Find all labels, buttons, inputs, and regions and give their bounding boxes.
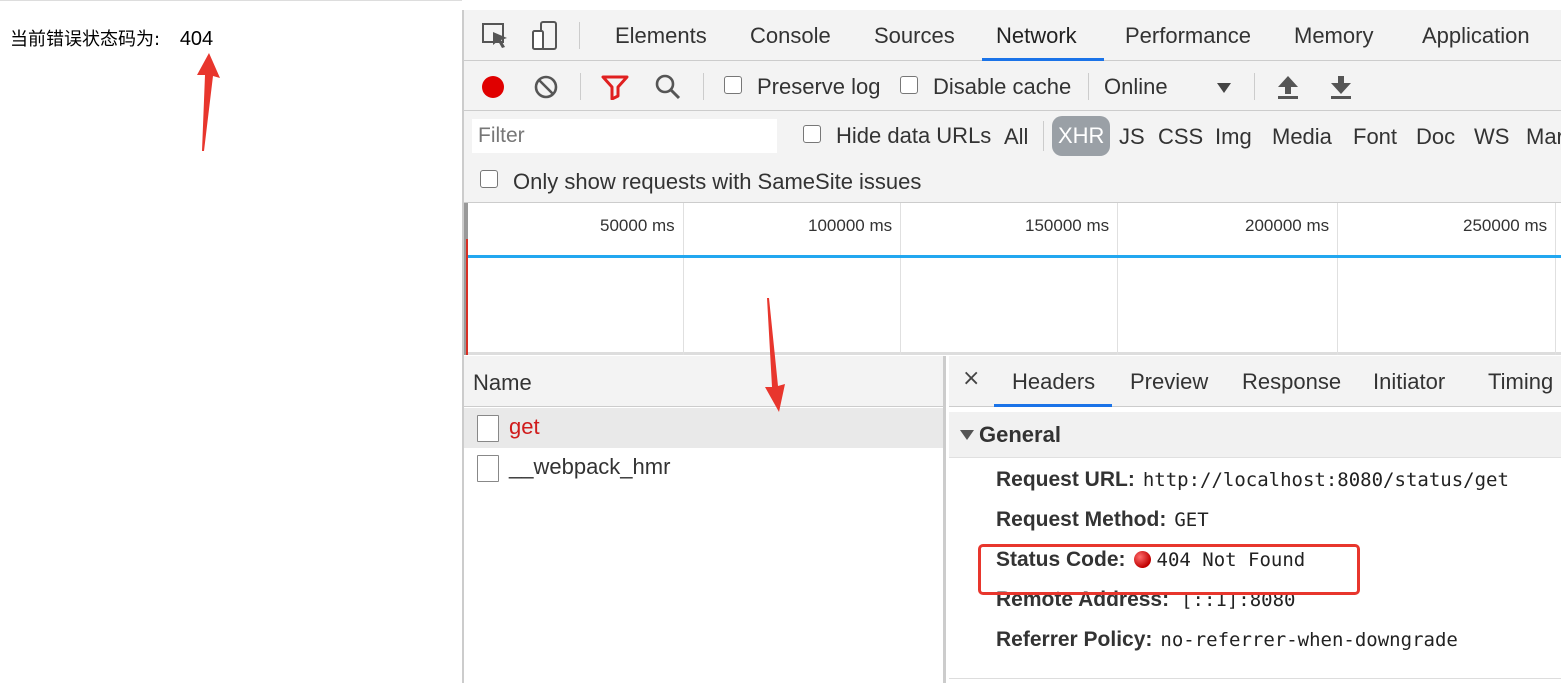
status-code-value: 404 xyxy=(179,28,214,50)
timeline-tick-label: 250000 ms xyxy=(1463,216,1548,235)
filter-icon[interactable] xyxy=(601,74,629,104)
tab-response[interactable]: Response xyxy=(1242,369,1341,395)
clear-icon[interactable] xyxy=(533,74,559,104)
request-method-value: GET xyxy=(1174,509,1209,531)
tab-performance[interactable]: Performance xyxy=(1125,23,1251,49)
close-icon[interactable]: × xyxy=(962,366,980,391)
toolbar-separator xyxy=(579,22,580,49)
tab-timing[interactable]: Timing xyxy=(1488,369,1553,395)
request-method-key: Request Method: xyxy=(996,508,1167,531)
page-content: 当前错误状态码为: 404 xyxy=(0,0,462,683)
annotation-arrow-up xyxy=(197,53,220,151)
type-filter-manifest[interactable]: Mar xyxy=(1526,124,1561,150)
timeline-tick-line xyxy=(683,203,684,355)
type-filter-xhr[interactable]: XHR xyxy=(1052,116,1111,156)
disable-cache-label: Disable cache xyxy=(933,74,1072,99)
general-section-title: General xyxy=(979,422,1061,447)
request-row-webpack-hmr[interactable]: __webpack_hmr xyxy=(464,448,943,488)
requests-table: Name get __webpack_hmr xyxy=(464,298,946,683)
hide-data-urls-checkbox[interactable] xyxy=(803,125,821,143)
toolbar-separator xyxy=(580,73,581,100)
request-url-value: http://localhost:8080/status/get xyxy=(1142,469,1509,491)
devtools-panel: Elements Console Sources Network Perform… xyxy=(462,10,1561,683)
disable-cache-checkbox[interactable] xyxy=(900,76,918,94)
type-filter-js[interactable]: JS xyxy=(1119,124,1145,150)
toolbar-separator xyxy=(1254,73,1255,100)
triangle-down-icon xyxy=(960,430,974,440)
type-filter-all[interactable]: All xyxy=(1004,124,1028,150)
request-row-get[interactable]: get xyxy=(464,408,943,448)
device-toolbar-icon[interactable] xyxy=(530,20,560,56)
export-har-icon[interactable] xyxy=(1329,74,1353,104)
request-name: get xyxy=(509,414,540,439)
status-label: 当前错误状态码为: xyxy=(10,29,161,50)
network-toolbar: Preserve log Disable cache Online xyxy=(464,61,1561,111)
timeline-tick-label: 50000 ms xyxy=(600,216,675,235)
type-filter-media[interactable]: Media xyxy=(1272,124,1332,150)
timeline-tick-label: 150000 ms xyxy=(1025,216,1110,235)
document-icon xyxy=(477,455,499,482)
hide-data-urls-label: Hide data URLs xyxy=(836,123,992,148)
request-url-row: Request URL: http://localhost:8080/status… xyxy=(996,468,1509,492)
preserve-log-checkbox[interactable] xyxy=(724,76,742,94)
request-url-key: Request URL: xyxy=(996,468,1135,491)
tab-console[interactable]: Console xyxy=(750,23,831,49)
filter-bar: Hide data URLs All XHR JS CSS Img Media … xyxy=(464,111,1561,203)
type-filter-img[interactable]: Img xyxy=(1215,124,1252,150)
status-line: 当前错误状态码为: 404 xyxy=(10,25,213,51)
referrer-policy-row: Referrer Policy: no-referrer-when-downgra… xyxy=(996,628,1458,652)
search-icon[interactable] xyxy=(654,73,682,105)
network-timeline[interactable]: 50000 ms 100000 ms 150000 ms 200000 ms 2… xyxy=(464,203,1561,355)
timeline-request-bar xyxy=(468,255,1561,258)
type-filter-font[interactable]: Font xyxy=(1353,124,1397,150)
type-filter-css[interactable]: CSS xyxy=(1158,124,1203,150)
timeline-tick-line xyxy=(900,203,901,355)
type-filter-doc[interactable]: Doc xyxy=(1416,124,1455,150)
toolbar-separator xyxy=(703,73,704,100)
timeline-tick-label: 100000 ms xyxy=(808,216,893,235)
details-tabbar: × Headers Preview Response Initiator Tim… xyxy=(949,356,1561,407)
timeline-tick-line xyxy=(1337,203,1338,355)
chevron-down-icon[interactable] xyxy=(1216,79,1232,98)
document-icon xyxy=(477,415,499,442)
timeline-tick-label: 200000 ms xyxy=(1245,216,1330,235)
tab-application[interactable]: Application xyxy=(1422,23,1530,49)
tab-network[interactable]: Network xyxy=(996,23,1077,49)
import-har-icon[interactable] xyxy=(1276,74,1300,104)
status-code-highlight-box xyxy=(978,544,1360,595)
filter-input[interactable] xyxy=(472,119,777,153)
inspect-element-icon[interactable] xyxy=(480,20,510,54)
tab-initiator[interactable]: Initiator xyxy=(1373,369,1445,395)
tab-headers[interactable]: Headers xyxy=(1012,369,1095,395)
toolbar-separator xyxy=(1043,121,1044,151)
tab-sources[interactable]: Sources xyxy=(874,23,955,49)
active-tab-indicator xyxy=(994,404,1112,407)
samesite-checkbox[interactable] xyxy=(480,170,498,188)
preserve-log-label: Preserve log xyxy=(757,74,881,99)
request-method-row: Request Method: GET xyxy=(996,508,1209,532)
name-column-header[interactable]: Name xyxy=(464,356,943,407)
referrer-policy-value: no-referrer-when-downgrade xyxy=(1160,629,1458,651)
general-section-header[interactable]: General xyxy=(949,412,1561,458)
referrer-policy-key: Referrer Policy: xyxy=(996,628,1153,651)
tab-elements[interactable]: Elements xyxy=(615,23,707,49)
divider xyxy=(949,678,1561,679)
tab-preview[interactable]: Preview xyxy=(1130,369,1208,395)
toolbar-separator xyxy=(1088,73,1089,100)
devtools-tabbar: Elements Console Sources Network Perform… xyxy=(464,10,1561,61)
type-filter-ws[interactable]: WS xyxy=(1474,124,1509,150)
tab-memory[interactable]: Memory xyxy=(1294,23,1373,49)
request-details: × Headers Preview Response Initiator Tim… xyxy=(949,356,1561,683)
throttling-select[interactable]: Online xyxy=(1104,74,1168,100)
record-icon[interactable] xyxy=(480,74,506,104)
timeline-tick-line xyxy=(1117,203,1118,355)
samesite-label: Only show requests with SameSite issues xyxy=(513,169,922,194)
request-name: __webpack_hmr xyxy=(509,454,671,479)
timeline-tick-line xyxy=(1555,203,1556,355)
timeline-load-marker xyxy=(466,239,468,355)
